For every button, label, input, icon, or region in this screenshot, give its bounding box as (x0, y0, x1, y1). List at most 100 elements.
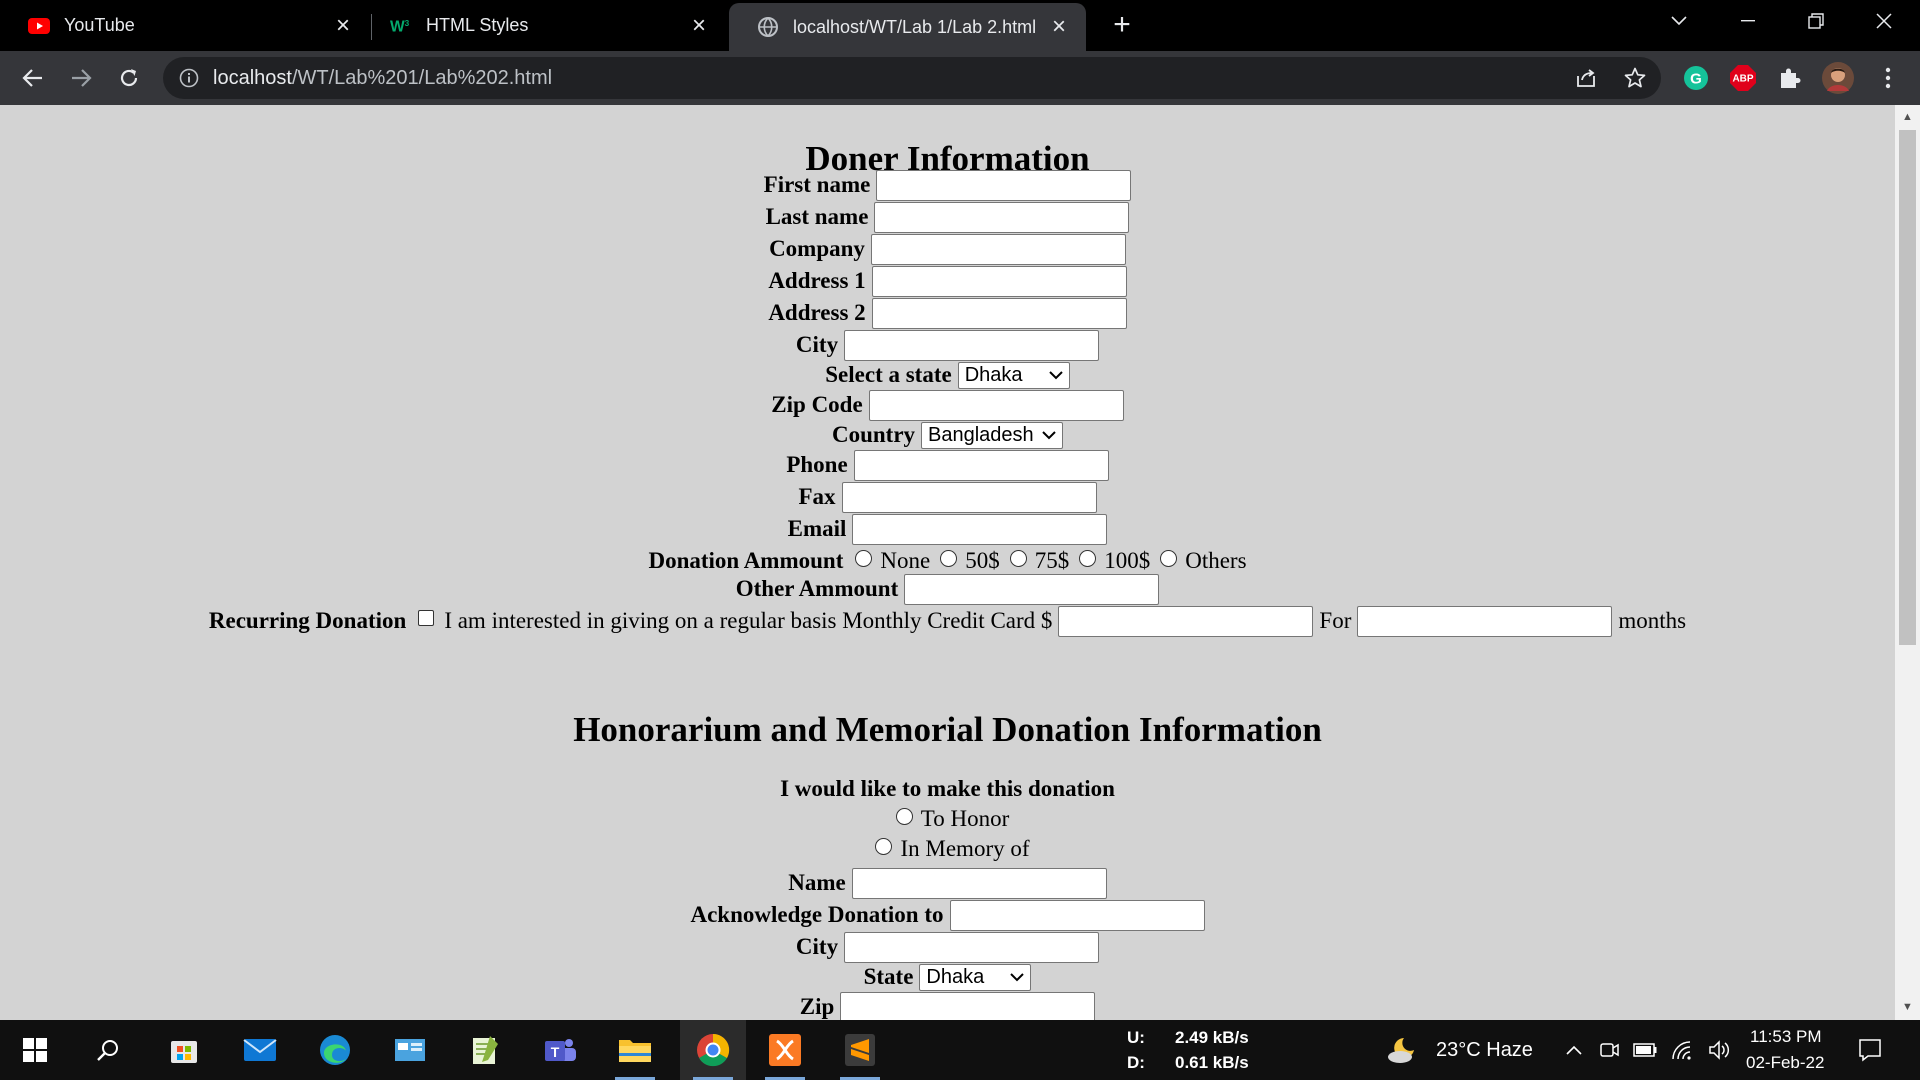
first-name-input[interactable] (876, 169, 1132, 201)
donation-none-radio[interactable] (855, 549, 873, 567)
taskbar-notepad-plus[interactable] (455, 1020, 515, 1080)
credit-card-amount-input[interactable] (1058, 605, 1314, 637)
battery-button[interactable] (1631, 1020, 1659, 1080)
fax-input[interactable] (841, 481, 1097, 513)
company-input[interactable] (870, 233, 1126, 265)
minimize-button[interactable] (1714, 0, 1782, 42)
phone-input[interactable] (853, 449, 1109, 481)
meet-now-button[interactable] (1596, 1020, 1622, 1080)
last-name-input[interactable] (874, 201, 1130, 233)
net-up-value: 2.49 kB/s (1175, 1028, 1249, 1047)
url-text[interactable]: localhost/WT/Lab%201/Lab%202.html (213, 67, 552, 90)
menu-button[interactable] (1872, 62, 1904, 94)
clock-date[interactable]: 02-Feb-22 (1746, 1053, 1824, 1073)
volume-button[interactable] (1705, 1020, 1733, 1080)
donation-100-radio[interactable] (1079, 549, 1097, 567)
tab-title: YouTube (64, 15, 135, 35)
close-icon (1876, 13, 1892, 29)
honor-name-row: Name (0, 867, 1895, 899)
honor-name-label: Name (788, 870, 846, 895)
reload-button[interactable] (110, 59, 148, 97)
restore-button[interactable] (1782, 0, 1850, 42)
honor-city-input[interactable] (844, 931, 1100, 963)
taskbar-file-explorer[interactable] (605, 1020, 665, 1080)
meet-now-icon (1600, 1043, 1619, 1057)
close-tab-icon[interactable]: × (1044, 12, 1074, 42)
net-down-value: 0.61 kB/s (1175, 1053, 1249, 1072)
recurring-donation-checkbox[interactable] (418, 610, 435, 626)
start-button[interactable] (5, 1020, 65, 1080)
address1-input[interactable] (871, 265, 1127, 297)
tab-html-styles[interactable]: W3 HTML Styles × (362, 0, 726, 51)
tab-search-button[interactable] (1645, 0, 1713, 42)
other-amount-row: Other Ammount (0, 573, 1895, 605)
chevron-up-icon (1566, 1045, 1582, 1055)
to-honor-radio[interactable] (895, 807, 913, 825)
vertical-scrollbar[interactable]: ▲ ▼ (1895, 105, 1920, 1020)
donation-50-radio[interactable] (940, 549, 958, 567)
minimize-icon (1741, 20, 1755, 22)
scroll-up-icon[interactable]: ▲ (1901, 111, 1914, 124)
recurring-months-input[interactable] (1357, 605, 1613, 637)
address2-input[interactable] (871, 297, 1127, 329)
other-amount-input[interactable] (904, 573, 1160, 605)
fax-row: Fax (0, 481, 1895, 513)
country-select[interactable]: Bangladesh (921, 421, 1064, 449)
back-button[interactable] (14, 59, 52, 97)
teams-icon: T (545, 1039, 576, 1061)
company-row: Company (0, 233, 1895, 265)
address-bar[interactable]: localhost/WT/Lab%201/Lab%202.html (163, 57, 1661, 99)
search-icon (97, 1040, 118, 1061)
grammarly-extension[interactable]: G (1680, 62, 1712, 94)
notifications-button[interactable] (1840, 1020, 1900, 1080)
acknowledge-input[interactable] (949, 899, 1205, 931)
taskbar-teams[interactable]: T (530, 1020, 590, 1080)
close-window-button[interactable] (1850, 0, 1918, 42)
honor-name-input[interactable] (851, 867, 1107, 899)
show-hidden-icons-button[interactable] (1561, 1020, 1587, 1080)
close-tab-icon[interactable]: × (328, 11, 358, 41)
search-button[interactable] (78, 1020, 138, 1080)
honor-state-select[interactable]: Dhaka (919, 963, 1032, 991)
profile-avatar[interactable] (1822, 62, 1854, 94)
weather-button[interactable] (1375, 1020, 1431, 1080)
info-icon[interactable] (179, 68, 199, 88)
city-row: City (0, 329, 1895, 361)
weather-text[interactable]: 23°C Haze (1436, 1039, 1533, 1062)
recurring-for-label: For (1319, 608, 1352, 633)
donation-75-radio[interactable] (1009, 549, 1027, 567)
taskbar-control-panel[interactable] (380, 1020, 440, 1080)
donation-others-radio[interactable] (1160, 549, 1178, 567)
honor-zip-input[interactable] (840, 991, 1096, 1020)
tab-youtube[interactable]: YouTube × (0, 0, 370, 51)
scroll-down-icon[interactable]: ▼ (1901, 1001, 1914, 1014)
extensions-button[interactable] (1774, 62, 1806, 94)
taskbar-sublime-text[interactable] (830, 1020, 890, 1080)
taskbar-xampp[interactable] (755, 1020, 815, 1080)
taskbar-store[interactable] (154, 1020, 214, 1080)
taskbar-edge[interactable] (305, 1020, 365, 1080)
scrollbar-thumb[interactable] (1899, 130, 1916, 645)
forward-button[interactable] (62, 59, 100, 97)
in-memory-radio[interactable] (875, 837, 893, 855)
last-name-label: Last name (765, 204, 869, 229)
city-input[interactable] (844, 329, 1100, 361)
taskbar-mail[interactable] (230, 1020, 290, 1080)
taskbar-chrome[interactable] (680, 1020, 746, 1080)
new-tab-button[interactable]: + (1107, 10, 1137, 40)
zip-input[interactable] (868, 389, 1124, 421)
donation-75-label: 75$ (1034, 548, 1070, 573)
share-icon[interactable] (1574, 66, 1598, 90)
close-tab-icon[interactable]: × (684, 11, 714, 41)
state-select[interactable]: Dhaka (957, 361, 1070, 389)
tab-localhost[interactable]: localhost/WT/Lab 1/Lab 2.html × (729, 3, 1086, 51)
chevron-down-icon (1042, 430, 1056, 439)
arrow-left-icon (22, 69, 42, 87)
clock-time[interactable]: 11:53 PM (1750, 1027, 1822, 1047)
email-input[interactable] (852, 513, 1108, 545)
recurring-donation-row: Recurring Donation I am interested in gi… (0, 605, 1895, 637)
address2-row: Address 2 (0, 297, 1895, 329)
adblock-extension[interactable]: ABP (1727, 62, 1759, 94)
network-button[interactable] (1668, 1020, 1696, 1080)
star-icon[interactable] (1623, 66, 1647, 90)
